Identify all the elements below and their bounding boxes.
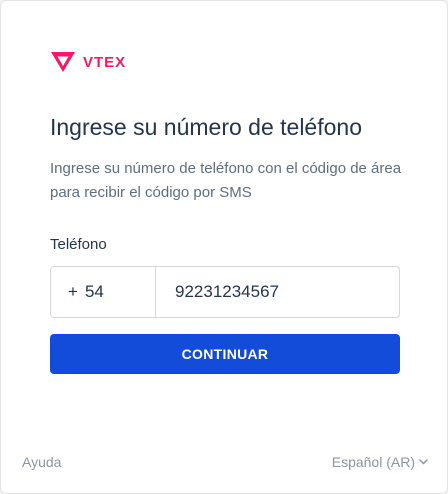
vtex-logo-icon bbox=[51, 52, 75, 72]
page-title: Ingrese su número de teléfono bbox=[50, 114, 362, 140]
language-selector[interactable]: Español (AR) bbox=[332, 454, 428, 470]
phone-field-label: Teléfono bbox=[50, 236, 107, 253]
country-code-selector[interactable]: + 54 bbox=[51, 267, 156, 317]
page-description: Ingrese su número de teléfono con el cód… bbox=[50, 160, 402, 201]
country-code-prefix: + bbox=[68, 282, 78, 301]
chevron-down-icon bbox=[419, 459, 428, 465]
phone-number-input[interactable] bbox=[156, 267, 399, 317]
vtex-logo: VTEX bbox=[49, 51, 126, 73]
continue-button[interactable]: CONTINUAR bbox=[50, 334, 400, 374]
login-card: VTEX Ingrese su número de teléfono Ingre… bbox=[0, 0, 448, 494]
help-link[interactable]: Ayuda bbox=[22, 454, 61, 470]
language-label: Español (AR) bbox=[331, 454, 415, 470]
country-code-value: 54 bbox=[84, 282, 104, 301]
brand-name: VTEX bbox=[83, 53, 127, 71]
phone-input-group: + 54 bbox=[50, 266, 400, 318]
